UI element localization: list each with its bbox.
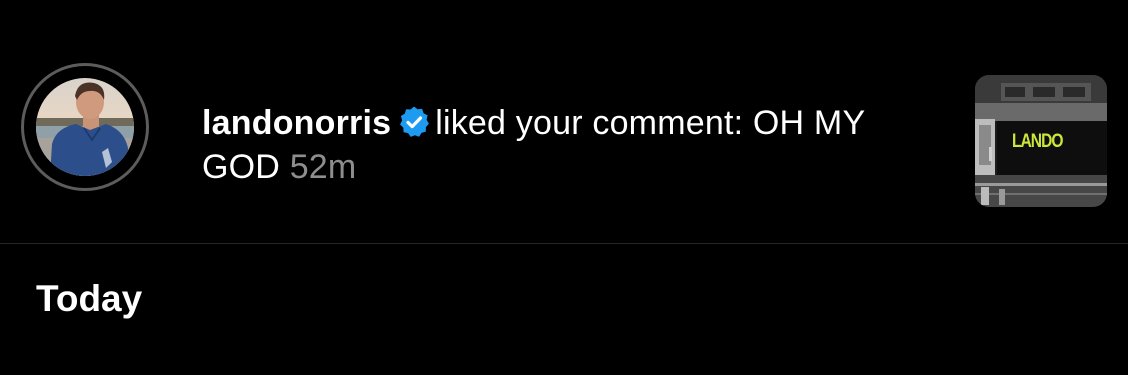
notification-item[interactable]: landonorris liked your comment: OH MY GO…	[0, 0, 1128, 243]
post-thumbnail-text: LANDO	[1012, 131, 1063, 152]
section-heading-today: Today	[36, 278, 143, 319]
notification-text: landonorris liked your comment: OH MY GO…	[202, 101, 942, 189]
avatar[interactable]	[36, 78, 134, 176]
divider	[0, 243, 1128, 244]
notification-time: 52m	[289, 148, 357, 186]
avatar-photo	[36, 78, 134, 176]
activity-screen: landonorris liked your comment: OH MY GO…	[0, 0, 1128, 375]
post-thumbnail[interactable]: LANDO	[975, 75, 1107, 207]
username-link[interactable]: landonorris	[202, 104, 391, 142]
verified-badge-icon	[397, 105, 431, 139]
